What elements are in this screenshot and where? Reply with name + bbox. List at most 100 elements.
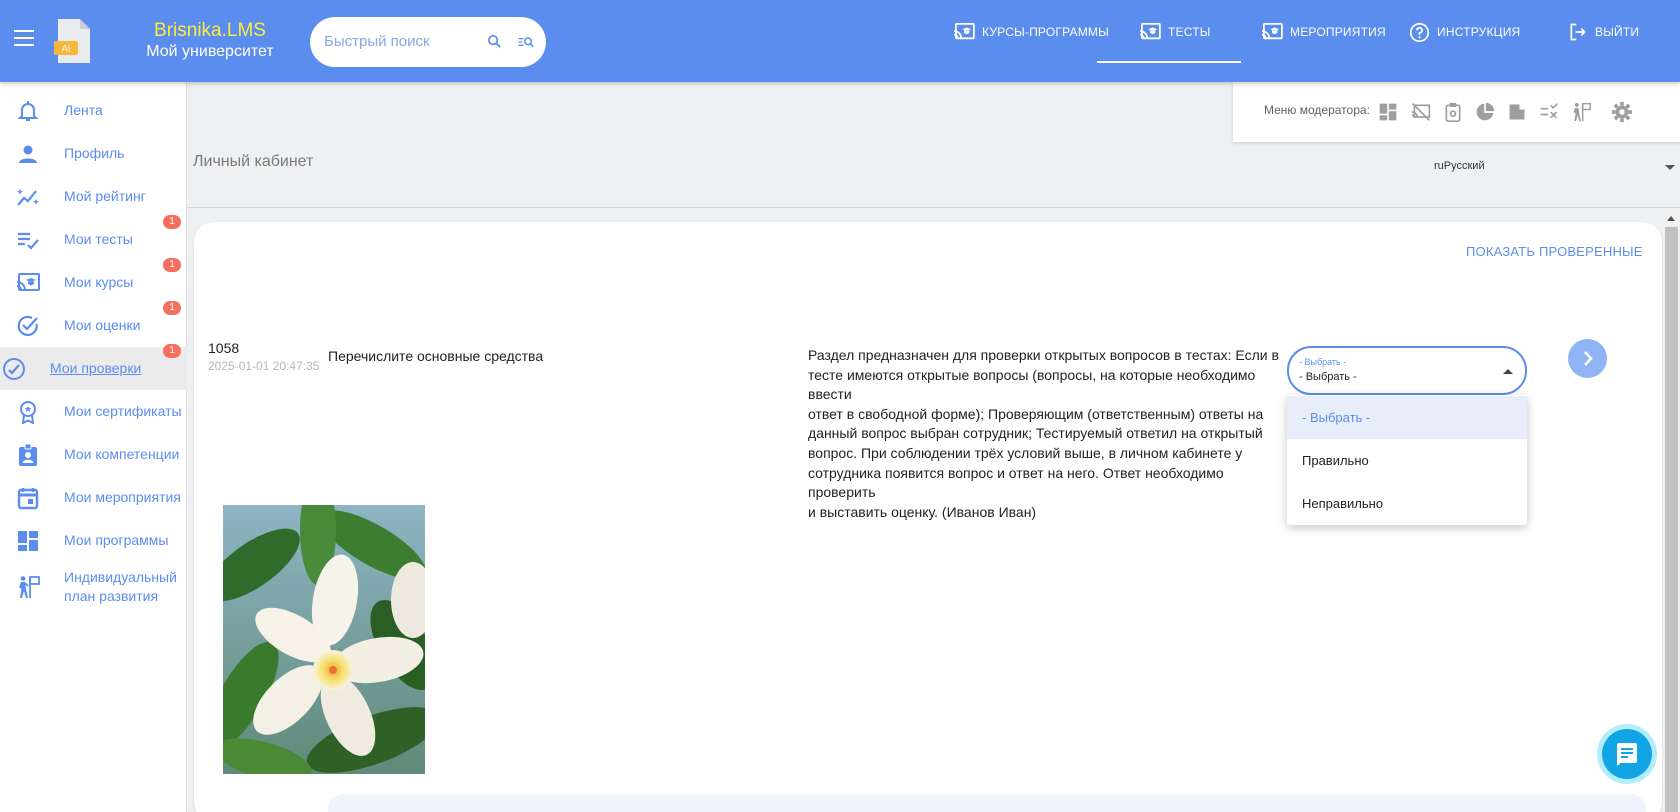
chevron-down-icon[interactable] [1665,165,1675,170]
search-box[interactable]: Быстрый поиск [310,17,546,67]
nav-logout[interactable]: ВЫЙТИ [1568,0,1639,64]
description-line: сотрудника появится вопрос и ответ на не… [808,464,1224,501]
pie-chart-icon[interactable] [1475,102,1495,122]
sidebar-item-my-competencies[interactable]: Мои компетенции [0,433,187,476]
dropdown-option-correct[interactable]: Правильно [1287,439,1527,482]
sidebar-item-profile[interactable]: Профиль [0,132,187,175]
moderator-menu: Меню модератора: [1233,82,1680,142]
search-input[interactable]: Быстрый поиск [324,33,430,50]
sidebar-item-label: Мои компетенции [64,446,180,462]
notification-badge: 1 [163,215,181,229]
sidebar-item-label-line1: Индивидуальный [64,569,177,585]
description-line: тесте имеются открытые вопросы (вопросы,… [808,366,1256,403]
sidebar-item-my-tests[interactable]: Мои тесты [0,218,187,261]
description-line: ответ в свободной форме); Проверяющим (о… [808,405,1264,422]
rating-chart-icon [17,189,39,206]
grade-select-label: - Выбрать - [1299,357,1347,367]
sidebar-item-my-reviews[interactable]: Мои проверки [0,347,187,390]
divider [187,207,1680,208]
bell-icon [17,101,39,121]
nav-label: ВЫЙТИ [1595,25,1640,39]
sidebar-item-my-certificates[interactable]: Мои сертификаты [0,390,187,433]
dashboard-icon [18,531,38,551]
page-title: Личный кабинет [193,153,314,170]
description-line: данный вопрос выбран сотрудник; Тестируе… [808,425,1263,442]
rule-icon[interactable] [1539,102,1559,122]
dropdown-option-none[interactable]: - Выбрать - [1287,396,1527,439]
gear-icon[interactable] [1611,101,1633,123]
chevron-right-icon [1584,351,1593,366]
sidebar-item-label: Мои тесты [64,231,133,247]
grade-select[interactable]: - Выбрать - - Выбрать - [1287,346,1527,395]
review-icon [3,358,25,380]
answer-image [223,505,425,774]
advanced-search-icon[interactable] [518,35,534,49]
dropdown-option-incorrect[interactable]: Неправильно [1287,482,1527,525]
description-line: и выставить оценку. (Иванов Иван) [808,503,1037,520]
nav-tests[interactable]: ТЕСТЫ [1139,0,1211,64]
logo-text: AI [62,44,71,54]
language-select[interactable]: ruРусский [1434,160,1485,172]
description-line: вопрос. При соблюдении трёх условий выше… [808,444,1243,461]
sidebar-item-my-grades[interactable]: Мои оценки [0,304,187,347]
show-checked-button[interactable]: ПОКАЗАТЬ ПРОВЕРЕННЫЕ [1466,244,1643,259]
review-question: Перечислите основные средства [328,348,544,364]
sidebar-item-label: Мои оценки [64,317,141,333]
sidebar-item-label: Индивидуальный план развития [64,568,177,606]
nav-label: ТЕСТЫ [1168,25,1211,39]
cast-education-icon [1261,23,1283,40]
chat-icon [1617,743,1637,766]
development-plan-icon[interactable] [1571,102,1591,122]
submit-next-button[interactable] [1568,339,1607,378]
cast-education-icon [16,273,40,291]
dashboard-icon[interactable] [1378,102,1398,122]
development-plan-icon [19,576,40,598]
nav-label: ИНСТРУКЦИЯ [1437,25,1521,39]
sidebar-item-rating[interactable]: Мой рейтинг [0,175,187,218]
nav-courses-programs[interactable]: КУРСЫ-ПРОГРАММЫ [953,0,1109,64]
chat-button[interactable] [1597,724,1657,784]
nav-label: МЕРОПРИЯТИЯ [1290,25,1386,39]
active-tab-indicator [1097,61,1241,63]
review-id: 1058 [208,340,240,356]
checklist-icon [18,232,39,250]
sidebar-item-label: Мои курсы [64,274,134,290]
nav-instruction[interactable]: ИНСТРУКЦИЯ [1409,0,1520,64]
sidebar-item-label: Мой рейтинг [64,188,146,204]
nav-events[interactable]: МЕРОПРИЯТИЯ [1261,0,1386,64]
sidebar-item-development-plan[interactable]: Индивидуальный план развития [0,562,187,612]
brand[interactable]: Brisnika.LMS Мой университет [145,20,275,62]
sidebar-item-my-courses[interactable]: Мои курсы [0,261,187,304]
scrollbar-thumb[interactable] [1665,227,1678,812]
logout-icon [1570,23,1586,41]
answer-text-panel [328,794,1646,812]
sidebar-item-label: Мои проверки [50,360,142,376]
notification-badge: 1 [163,301,181,315]
check-circle-icon [17,315,38,336]
brand-subtitle: Мой университет [146,43,274,60]
cast-education-icon [953,23,975,40]
menu-icon[interactable] [14,30,38,50]
sidebar-item-label-line2: план развития [64,588,159,604]
grade-dropdown-menu: - Выбрать - Правильно Неправильно [1287,395,1527,525]
top-app-bar: AI Brisnika.LMS Мой университет Быстрый … [0,0,1680,82]
award-icon [20,401,36,424]
search-icon[interactable] [486,33,503,50]
notification-badge: 1 [163,258,181,272]
sidebar-item-feed[interactable]: Лента [0,89,187,132]
calendar-icon [17,488,39,510]
brand-title: Brisnika.LMS [154,20,266,41]
chevron-up-icon [1503,369,1513,374]
scroll-up-arrow[interactable] [1667,216,1675,221]
logo[interactable]: AI [54,17,94,65]
nav-label: КУРСЫ-ПРОГРАММЫ [982,25,1109,39]
sidebar-item-my-programs[interactable]: Мои программы [0,519,187,562]
sidebar-item-my-events[interactable]: Мои мероприятия [0,476,187,519]
grade-select-value: - Выбрать - [1299,371,1357,383]
clipboard-icon[interactable] [1443,102,1463,122]
note-icon[interactable] [1507,102,1527,122]
cast-off-icon[interactable] [1411,102,1431,122]
sidebar-item-label: Профиль [64,145,125,161]
cast-education-icon [1139,23,1161,40]
review-date: 2025-01-01 20:47:35 [208,359,320,373]
